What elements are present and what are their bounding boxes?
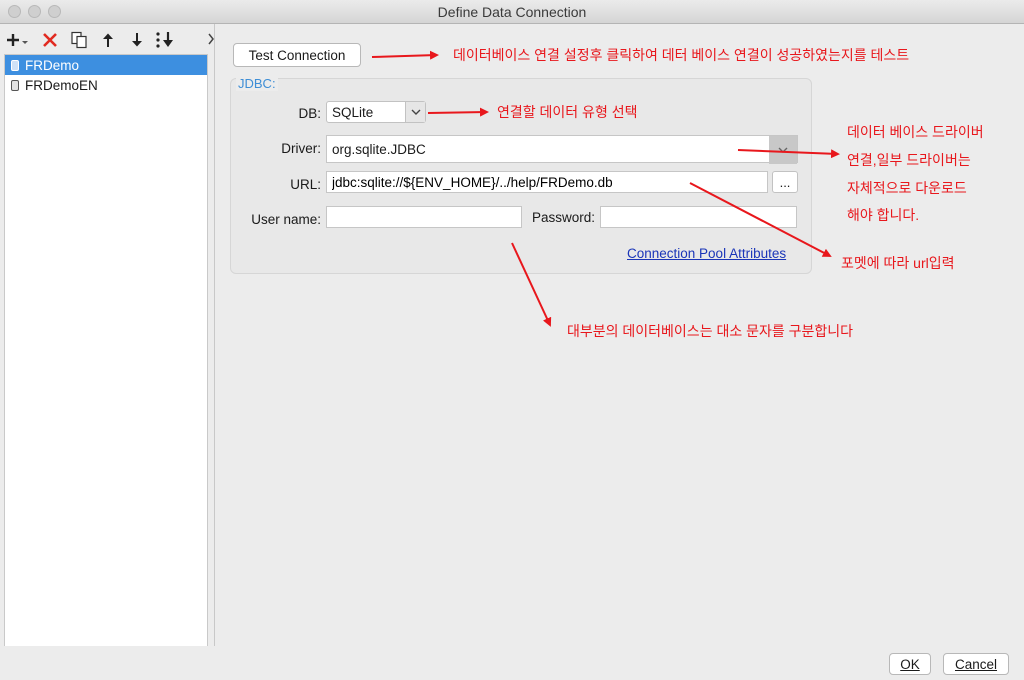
password-label: Password:: [531, 210, 595, 225]
url-label: URL:: [290, 177, 321, 192]
move-up-button[interactable]: [97, 29, 119, 51]
url-input[interactable]: [332, 174, 767, 190]
password-field[interactable]: [600, 206, 797, 228]
connection-toolbar: [4, 28, 184, 52]
connection-item-frdemoen[interactable]: FRDemoEN: [5, 75, 207, 95]
driver-select[interactable]: org.sqlite.JDBC: [326, 135, 798, 164]
test-connection-button[interactable]: Test Connection: [233, 43, 361, 67]
add-button[interactable]: [4, 29, 32, 51]
annotation-driver-3: 자체적으로 다운로드: [847, 180, 967, 196]
window-title: Define Data Connection: [437, 4, 587, 20]
chevron-down-icon: [405, 102, 425, 122]
cancel-button[interactable]: Cancel: [943, 653, 1009, 675]
dialog-footer: OK Cancel: [0, 646, 1024, 680]
delete-button[interactable]: [39, 29, 61, 51]
url-browse-button[interactable]: ...: [772, 171, 798, 193]
driver-label: Driver:: [281, 141, 321, 156]
move-down-icon: [132, 33, 142, 47]
annotation-url: 포멧에 따라 url입력: [841, 255, 955, 271]
move-down-button[interactable]: [126, 29, 148, 51]
toolbar-overflow-icon[interactable]: [208, 32, 214, 46]
username-label: User name:: [251, 212, 321, 227]
ok-button[interactable]: OK: [889, 653, 931, 675]
connection-item-frdemo[interactable]: FRDemo: [5, 55, 207, 75]
db-label: DB:: [298, 106, 321, 121]
delete-icon: [43, 33, 57, 47]
password-input[interactable]: [606, 209, 796, 225]
annotation-driver-1: 데이터 베이스 드라이버: [847, 124, 984, 140]
connection-name: FRDemoEN: [25, 77, 98, 93]
username-field[interactable]: [326, 206, 522, 228]
annotation-db-type: 연결할 데이터 유형 선택: [497, 104, 638, 120]
move-up-icon: [103, 33, 113, 47]
username-input[interactable]: [332, 209, 521, 225]
connection-sidebar: FRDemo FRDemoEN: [0, 24, 215, 668]
annotation-driver-4: 해야 합니다.: [847, 207, 920, 223]
sort-button[interactable]: [155, 29, 177, 51]
jdbc-group-label: JDBC:: [236, 76, 278, 91]
driver-value: org.sqlite.JDBC: [332, 141, 426, 157]
annotation-case-sensitive: 대부분의 데이터베이스는 대소 문자를 구분합니다: [567, 323, 854, 339]
copy-icon: [71, 31, 87, 49]
connection-list: FRDemo FRDemoEN: [4, 54, 208, 668]
url-field[interactable]: [326, 171, 768, 193]
annotation-driver-2: 연결,일부 드라이버는: [847, 152, 971, 168]
db-type-select[interactable]: SQLite: [326, 101, 426, 123]
copy-button[interactable]: [68, 29, 90, 51]
db-type-value: SQLite: [332, 104, 374, 120]
database-icon: [11, 79, 19, 91]
annotation-test-connection: 데이터베이스 연결 설정후 클릭하여 데터 베이스 연결이 성공하였는지를 테스…: [453, 47, 910, 63]
add-icon: [7, 34, 28, 46]
connection-pool-link[interactable]: Connection Pool Attributes: [627, 246, 786, 261]
database-icon: [11, 59, 19, 71]
sort-icon: [156, 32, 173, 48]
connection-name: FRDemo: [25, 57, 80, 73]
title-bar: Define Data Connection: [0, 0, 1024, 24]
chevron-down-icon: [769, 136, 797, 164]
